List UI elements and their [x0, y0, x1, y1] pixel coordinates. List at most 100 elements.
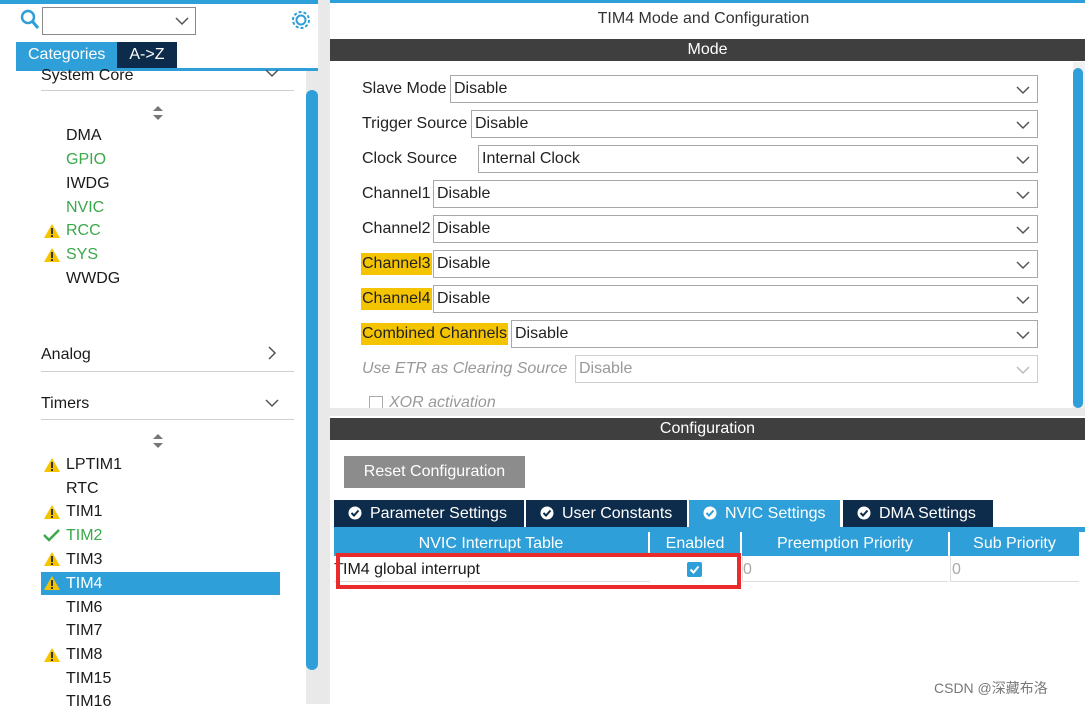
channel3-select[interactable]: Disable: [433, 250, 1038, 278]
item-tim4[interactable]: TIM4: [66, 574, 102, 594]
channel4-select[interactable]: Disable: [433, 285, 1038, 313]
tab-nvic-settings[interactable]: NVIC Settings: [689, 500, 840, 527]
chevron-down-icon: [1016, 226, 1030, 235]
select-value: Disable: [437, 220, 491, 237]
mode-scrollbar-thumb[interactable]: [1073, 68, 1083, 408]
trigger-source-label: Trigger Source: [362, 115, 468, 132]
check-circle-icon: [540, 506, 554, 520]
check-circle-icon: [703, 506, 717, 520]
channel3-label: Channel3: [361, 253, 432, 275]
column-header-preemption[interactable]: Preemption Priority: [742, 532, 948, 556]
select-value: Disable: [437, 255, 491, 272]
warning-icon: [44, 505, 60, 519]
chevron-down-icon: [1016, 261, 1030, 270]
gear-icon[interactable]: [290, 9, 312, 31]
chevron-down-icon: [1016, 366, 1030, 375]
tab-label: DMA Settings: [879, 505, 976, 522]
configuration-header: Configuration: [330, 418, 1085, 440]
check-icon: [43, 529, 60, 542]
annotation-highlight-box: [336, 553, 741, 589]
chevron-down-icon[interactable]: [175, 14, 189, 28]
preemption-priority-cell[interactable]: 0: [742, 557, 948, 582]
item-sys[interactable]: SYS: [66, 245, 98, 265]
category-label: Analog: [41, 346, 91, 363]
item-iwdg[interactable]: IWDG: [66, 174, 110, 194]
chevron-down-icon: [1016, 156, 1030, 165]
select-value: Disable: [515, 325, 569, 342]
check-circle-icon: [348, 506, 362, 520]
category-label: Timers: [41, 395, 90, 412]
category-system-core[interactable]: System Core: [41, 66, 294, 91]
category-analog[interactable]: Analog: [41, 342, 294, 372]
panel-top-accent: [330, 0, 1085, 3]
select-value: Disable: [579, 360, 633, 377]
item-tim16[interactable]: TIM16: [66, 692, 111, 712]
item-gpio[interactable]: GPIO: [66, 150, 106, 170]
warning-icon: [44, 576, 60, 590]
warning-icon: [44, 458, 60, 472]
chevron-down-icon: [265, 399, 279, 408]
item-tim2[interactable]: TIM2: [66, 526, 102, 546]
etr-clearing-select[interactable]: Disable: [575, 355, 1038, 383]
tab-dma-settings[interactable]: DMA Settings: [843, 500, 993, 527]
select-value: Internal Clock: [482, 150, 580, 167]
category-label: System Core: [41, 67, 134, 84]
item-rtc[interactable]: RTC: [66, 479, 99, 499]
warning-icon: [44, 552, 60, 566]
channel2-label: Channel2: [362, 220, 431, 237]
select-value: Disable: [475, 115, 529, 132]
select-value: Disable: [437, 290, 491, 307]
xor-activation-label: XOR activation: [389, 394, 496, 408]
column-header-sub-priority[interactable]: Sub Priority: [950, 532, 1079, 556]
item-tim3[interactable]: TIM3: [66, 550, 102, 570]
chevron-down-icon: [1016, 86, 1030, 95]
chevron-down-icon: [265, 69, 279, 78]
channel2-select[interactable]: Disable: [433, 215, 1038, 243]
tab-a-to-z[interactable]: A->Z: [117, 42, 177, 68]
tab-user-constants[interactable]: User Constants: [526, 500, 687, 527]
sort-icon[interactable]: [153, 106, 163, 120]
item-tim1[interactable]: TIM1: [66, 502, 102, 522]
slave-mode-label: Slave Mode: [362, 80, 447, 97]
slave-mode-select[interactable]: Disable: [450, 75, 1038, 103]
tab-parameter-settings[interactable]: Parameter Settings: [334, 500, 524, 527]
item-lptim1[interactable]: LPTIM1: [66, 455, 122, 475]
combined-channels-label: Combined Channels: [361, 323, 508, 345]
channel4-label: Channel4: [361, 288, 432, 310]
item-rcc[interactable]: RCC: [66, 221, 101, 241]
sidebar-scrollbar-thumb[interactable]: [306, 90, 318, 670]
chevron-down-icon: [1016, 121, 1030, 130]
splitter[interactable]: [318, 0, 330, 704]
select-value: Disable: [454, 80, 508, 97]
clock-source-select[interactable]: Internal Clock: [478, 145, 1038, 173]
item-tim8[interactable]: TIM8: [66, 645, 102, 665]
search-icon[interactable]: [20, 9, 40, 31]
channel1-select[interactable]: Disable: [433, 180, 1038, 208]
reset-configuration-button[interactable]: Reset Configuration: [344, 456, 525, 488]
sidebar-tabs: Categories A->Z: [16, 42, 177, 68]
sub-priority-cell[interactable]: 0: [950, 557, 1079, 582]
tab-categories[interactable]: Categories: [16, 42, 118, 68]
search-input[interactable]: [42, 7, 196, 35]
item-nvic[interactable]: NVIC: [66, 198, 104, 218]
categories-sidebar: Categories A->Z System Core DMA GPIO IWD…: [0, 0, 318, 710]
sort-icon[interactable]: [153, 434, 163, 448]
clock-source-label: Clock Source: [362, 150, 458, 167]
channel1-label: Channel1: [362, 185, 431, 202]
combined-channels-select[interactable]: Disable: [511, 320, 1038, 348]
item-tim15[interactable]: TIM15: [66, 669, 111, 689]
item-wwdg[interactable]: WWDG: [66, 269, 120, 289]
tab-label: User Constants: [562, 505, 673, 522]
sidebar-top-accent: [0, 0, 318, 4]
check-circle-icon: [857, 506, 871, 520]
chevron-down-icon: [1016, 331, 1030, 340]
panel-title: TIM4 Mode and Configuration: [597, 10, 810, 27]
etr-clearing-label: Use ETR as Clearing Source: [362, 360, 568, 377]
section-divider[interactable]: [330, 408, 1085, 416]
item-tim6[interactable]: TIM6: [66, 598, 102, 618]
category-timers[interactable]: Timers: [41, 390, 294, 420]
item-tim7[interactable]: TIM7: [66, 621, 102, 641]
item-dma[interactable]: DMA: [66, 126, 102, 146]
trigger-source-select[interactable]: Disable: [471, 110, 1038, 138]
tab-label: NVIC Settings: [725, 505, 826, 522]
